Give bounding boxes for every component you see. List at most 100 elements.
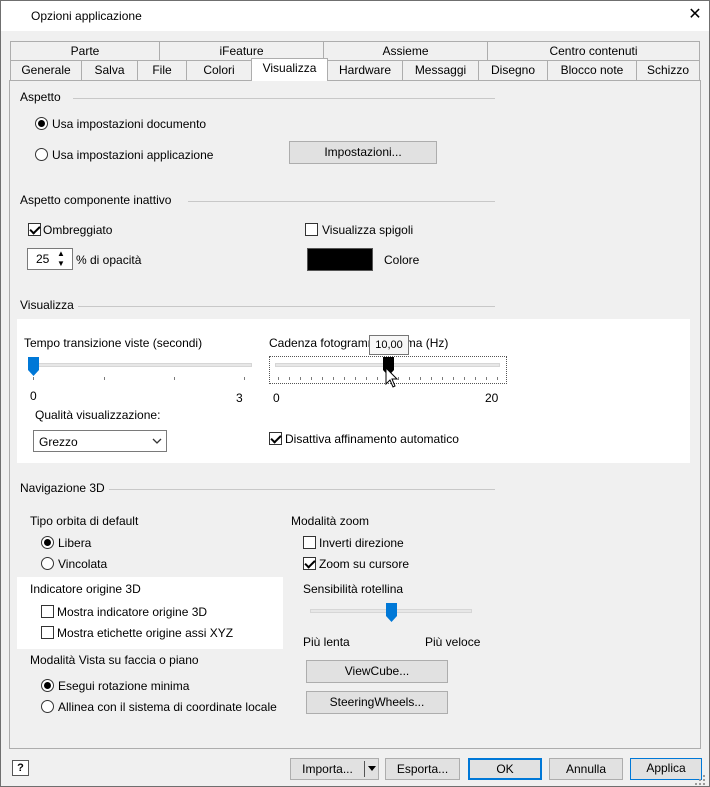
close-icon[interactable]: ✕ [685, 5, 705, 25]
tab-parte[interactable]: Parte [10, 41, 160, 61]
mostra-indicatore-origine-checkbox[interactable] [41, 605, 54, 618]
options-dialog: Opzioni applicazione ✕ Parte iFeature As… [0, 0, 710, 787]
tick [343, 377, 345, 380]
divider [73, 98, 495, 99]
tick [332, 377, 334, 380]
esporta-button[interactable]: Esporta... [385, 758, 460, 780]
tick [420, 377, 422, 380]
transition-slider-thumb[interactable] [28, 357, 39, 376]
dropdown-arrow-icon[interactable] [368, 766, 376, 772]
wheel-fast-label: Più veloce [425, 635, 481, 649]
tab-centro-contenuti[interactable]: Centro contenuti [487, 41, 700, 61]
radio-label: Allinea con il sistema di coordinate loc… [58, 700, 277, 714]
transition-max: 3 [236, 391, 243, 405]
tab-messaggi[interactable]: Messaggi [402, 60, 479, 80]
radio-label: Usa impostazioni documento [52, 117, 207, 131]
tick [33, 377, 34, 380]
inverti-direzione-checkbox[interactable] [303, 536, 316, 549]
resize-grip-icon[interactable] [694, 774, 706, 786]
tick [453, 377, 455, 380]
wheel-title: Sensibilità rotellina [303, 582, 404, 596]
mouse-cursor-icon [385, 367, 399, 388]
tick [464, 377, 466, 380]
tick [244, 377, 245, 380]
ok-button[interactable]: OK [468, 758, 542, 780]
group-inattivo-title: Aspetto componente inattivo [20, 193, 172, 207]
tick [288, 377, 290, 380]
tab-hardware[interactable]: Hardware [327, 60, 403, 80]
radio-esegui-rotazione-minima[interactable] [41, 679, 54, 692]
split-divider [364, 761, 365, 777]
tab-disegno[interactable]: Disegno [478, 60, 548, 80]
transition-label: Tempo transizione viste (secondi) [24, 336, 203, 350]
tick [278, 377, 279, 380]
mostra-etichette-assi-checkbox[interactable] [41, 626, 54, 639]
zoom-title: Modalità zoom [291, 514, 370, 528]
tab-generale[interactable]: Generale [10, 60, 82, 80]
divider [78, 306, 495, 307]
visualizza-spigoli-checkbox[interactable] [305, 223, 318, 236]
importa-button[interactable]: Importa... [291, 762, 364, 776]
tab-salva[interactable]: Salva [81, 60, 138, 80]
opacity-value: 25 [36, 252, 50, 266]
radio-libera[interactable] [41, 536, 54, 549]
tab-assieme[interactable]: Assieme [323, 41, 488, 61]
radio-usa-impostazioni-documento[interactable] [35, 117, 48, 130]
radio-label: Vincolata [58, 557, 108, 571]
help-icon[interactable]: ? [12, 760, 29, 776]
chevron-down-icon [152, 438, 162, 444]
checkbox-label: Mostra etichette origine assi XYZ [57, 626, 234, 640]
viewcube-button[interactable]: ViewCube... [306, 660, 448, 683]
radio-usa-impostazioni-applicazione[interactable] [35, 148, 48, 161]
wheel-slider-thumb[interactable] [386, 603, 397, 622]
radio-label: Usa impostazioni applicazione [52, 148, 214, 162]
radio-allinea-coordinate-locale[interactable] [41, 700, 54, 713]
radio-label: Libera [58, 536, 92, 550]
color-label: Colore [384, 253, 420, 267]
checkbox-label: Disattiva affinamento automatico [285, 432, 459, 446]
divider [188, 201, 495, 202]
origin-title: Indicatore origine 3D [30, 582, 141, 596]
tick [365, 377, 367, 380]
zoom-su-cursore-checkbox[interactable] [303, 557, 316, 570]
opacity-stepper[interactable]: 25 ▲ ▼ [27, 248, 73, 270]
divider [109, 489, 495, 490]
checkbox-label: Zoom su cursore [319, 557, 410, 571]
group-nav3d-title: Navigazione 3D [20, 481, 105, 495]
checkbox-label: Visualizza spigoli [322, 223, 414, 237]
tick [497, 377, 498, 380]
spin-down-icon[interactable]: ▼ [57, 259, 65, 268]
transition-slider-track[interactable] [30, 363, 252, 367]
tick [475, 377, 477, 380]
color-swatch[interactable] [307, 248, 373, 271]
ombreggiato-checkbox[interactable] [28, 223, 41, 236]
tick [409, 377, 411, 380]
impostazioni-button[interactable]: Impostazioni... [289, 141, 437, 164]
radio-vincolata[interactable] [41, 557, 54, 570]
group-aspetto-title: Aspetto [20, 90, 61, 104]
framerate-max: 20 [485, 391, 499, 405]
quality-label: Qualità visualizzazione: [35, 408, 161, 422]
applica-button[interactable]: Applica [630, 758, 702, 780]
tab-blocco-note[interactable]: Blocco note [547, 60, 637, 80]
steeringwheels-button[interactable]: SteeringWheels... [306, 691, 448, 714]
importa-split-button[interactable]: Importa... [290, 758, 379, 780]
tick [376, 377, 378, 380]
spin-up-icon[interactable]: ▲ [57, 249, 65, 258]
transition-min: 0 [30, 389, 37, 403]
disattiva-affinamento-checkbox[interactable] [269, 432, 282, 445]
wheel-slow-label: Più lenta [303, 635, 350, 649]
tab-file[interactable]: File [137, 60, 187, 80]
quality-select[interactable]: Grezzo [33, 430, 167, 452]
annulla-button[interactable]: Annulla [549, 758, 623, 780]
tab-schizzo[interactable]: Schizzo [636, 60, 700, 80]
tick [310, 377, 312, 380]
tick [104, 377, 105, 380]
tick [354, 377, 356, 380]
tab-visualizza[interactable]: Visualizza [251, 58, 328, 81]
framerate-tooltip: 10,00 [369, 335, 409, 355]
tab-colori[interactable]: Colori [186, 60, 252, 80]
title-bar: Opzioni applicazione ✕ [1, 1, 709, 31]
checkbox-label: Mostra indicatore origine 3D [57, 605, 208, 619]
framerate-label: Cadenza fotogrammi minima (Hz) [269, 336, 449, 350]
